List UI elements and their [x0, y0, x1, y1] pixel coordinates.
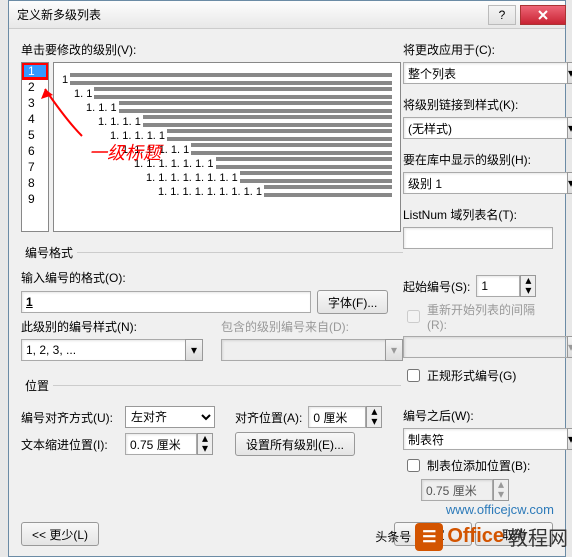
click-level-label: 单击要修改的级别(V): — [21, 41, 401, 58]
level-item-1[interactable]: 1 — [22, 63, 48, 79]
dialog-title: 定义新多级列表 — [17, 6, 488, 23]
level-item-4[interactable]: 4 — [22, 111, 48, 127]
level-style-combo[interactable]: ▾ — [21, 339, 203, 361]
level-item-9[interactable]: 9 — [22, 191, 48, 207]
legal-format-checkbox[interactable] — [407, 369, 420, 382]
follow-label: 编号之后(W): — [403, 407, 553, 424]
less-button[interactable]: << 更少(L) — [21, 522, 99, 546]
chevron-down-icon[interactable]: ▾ — [567, 428, 572, 450]
gallery-level-label: 要在库中显示的级别(H): — [403, 151, 553, 168]
legal-format-label: 正规形式编号(G) — [427, 367, 516, 384]
level-item-5[interactable]: 5 — [22, 127, 48, 143]
tabstop-spinner: ▴▾ — [421, 479, 553, 501]
chevron-down-icon[interactable]: ▾ — [185, 339, 203, 361]
apply-to-label: 将更改应用于(C): — [403, 41, 553, 58]
apply-to-combo[interactable]: ▾ — [403, 62, 553, 84]
follow-combo[interactable]: ▾ — [403, 428, 553, 450]
align-select[interactable]: 左对齐 — [125, 406, 215, 428]
restart-combo: ▾ — [403, 336, 553, 358]
position-legend: 位置 — [21, 377, 53, 394]
link-style-combo[interactable]: ▾ — [403, 117, 553, 139]
branding-headline: 头条号 ☰ Office教程网 — [375, 522, 568, 551]
align-label: 编号对齐方式(U): — [21, 409, 119, 426]
listnum-label: ListNum 域列表名(T): — [403, 206, 553, 223]
align-pos-spinner[interactable]: ▴▾ — [308, 406, 382, 428]
listnum-input[interactable] — [403, 227, 553, 249]
tabstop-label: 制表位添加位置(B): — [427, 457, 530, 474]
start-at-spinner[interactable]: ▴▾ — [476, 275, 536, 297]
include-from-combo: ▾ — [221, 339, 403, 361]
position-group: 位置 编号对齐方式(U): 左对齐 对齐位置(A): ▴▾ 文本缩进位置(I):… — [21, 377, 401, 460]
gallery-level-combo[interactable]: ▾ — [403, 172, 553, 194]
level-item-8[interactable]: 8 — [22, 175, 48, 191]
enter-format-label: 输入编号的格式(O): — [21, 269, 403, 286]
set-all-levels-button[interactable]: 设置所有级别(E)... — [235, 432, 355, 456]
preview-pane: 1 1. 1 1. 1. 1 1. 1. 1. 1 1. 1. 1. 1. 1 … — [53, 62, 401, 232]
number-format-group: 编号格式 输入编号的格式(O): 字体(F)... 此级别的编号样式(N): ▾ — [21, 244, 403, 365]
align-pos-label: 对齐位置(A): — [235, 409, 302, 426]
link-style-label: 将级别链接到样式(K): — [403, 96, 553, 113]
tabstop-checkbox[interactable] — [407, 459, 420, 472]
close-icon — [538, 10, 548, 20]
office-logo-icon: ☰ — [415, 523, 443, 551]
indent-label: 文本缩进位置(I): — [21, 436, 119, 453]
font-button[interactable]: 字体(F)... — [317, 290, 388, 314]
number-format-input[interactable] — [21, 291, 311, 313]
titlebar: 定义新多级列表 ? — [9, 1, 565, 29]
help-button[interactable]: ? — [488, 5, 516, 25]
indent-spinner[interactable]: ▴▾ — [125, 433, 213, 455]
start-at-label: 起始编号(S): — [403, 278, 470, 295]
level-style-label: 此级别的编号样式(N): — [21, 318, 203, 335]
close-button[interactable] — [520, 5, 566, 25]
dialog-window: 定义新多级列表 ? 单击要修改的级别(V): 1 2 3 4 5 6 7 8 — [8, 0, 566, 557]
level-item-2[interactable]: 2 — [22, 79, 48, 95]
level-item-3[interactable]: 3 — [22, 95, 48, 111]
level-item-6[interactable]: 6 — [22, 143, 48, 159]
number-format-legend: 编号格式 — [21, 244, 77, 261]
chevron-down-icon[interactable]: ▾ — [567, 62, 572, 84]
level-listbox[interactable]: 1 2 3 4 5 6 7 8 9 — [21, 62, 49, 232]
chevron-down-icon[interactable]: ▾ — [567, 172, 572, 194]
chevron-down-icon: ▾ — [385, 339, 403, 361]
restart-checkbox — [407, 310, 420, 323]
chevron-down-icon: ▾ — [567, 336, 572, 358]
level-item-7[interactable]: 7 — [22, 159, 48, 175]
include-from-label: 包含的级别编号来自(D): — [221, 318, 403, 335]
restart-label: 重新开始列表的间隔(R): — [427, 301, 553, 332]
chevron-down-icon[interactable]: ▾ — [567, 117, 572, 139]
